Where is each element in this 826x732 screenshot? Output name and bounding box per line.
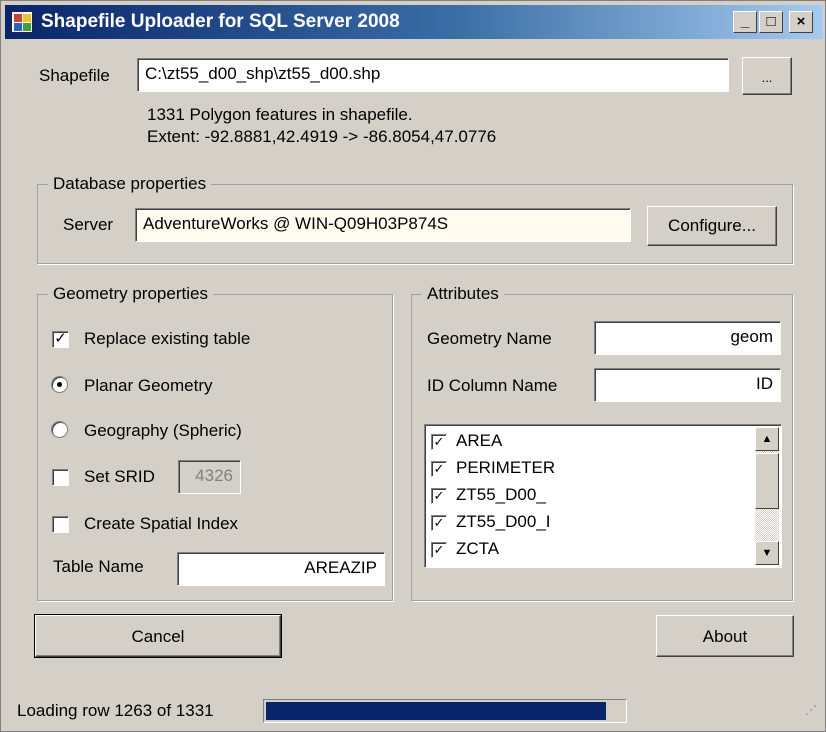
table-name-input[interactable]: AREAZIP	[177, 552, 385, 586]
attribute-column-name: PERIMETER	[456, 458, 556, 477]
minimize-button[interactable]: _	[733, 11, 757, 33]
geography-radio[interactable]	[51, 421, 68, 438]
server-label: Server	[63, 215, 114, 234]
status-text: Loading row 1263 of 1331	[17, 701, 214, 720]
attribute-column-name: ZT55_D00_	[456, 485, 546, 504]
attribute-column-checkbox[interactable]: ✓	[431, 434, 447, 450]
spatial-index-label[interactable]: Create Spatial Index	[84, 514, 238, 534]
attribute-column-name: ZCTA	[456, 539, 500, 558]
scroll-up-button[interactable]: ▲	[755, 427, 779, 451]
table-name-label: Table Name	[53, 557, 144, 576]
configure-button[interactable]: Configure...	[647, 206, 777, 246]
shapefile-info-count: 1331 Polygon features in shapefile.	[147, 105, 413, 124]
attribute-column-name: AREA	[456, 431, 503, 450]
id-column-label: ID Column Name	[427, 376, 558, 395]
replace-table-checkbox[interactable]: ✓	[52, 331, 69, 348]
attribute-column-checkbox[interactable]: ✓	[431, 488, 447, 504]
window-title: Shapefile Uploader for SQL Server 2008	[41, 11, 400, 32]
spatial-index-checkbox[interactable]	[52, 516, 69, 533]
scroll-down-button[interactable]: ▼	[755, 541, 779, 565]
status-bar: Loading row 1263 of 1331 ⋰	[5, 693, 823, 729]
app-window: Shapefile Uploader for SQL Server 2008 _…	[0, 0, 826, 732]
cancel-button[interactable]: Cancel	[34, 614, 282, 658]
attribute-column-name: ZT55_D00_I	[456, 512, 551, 531]
set-srid-label[interactable]: Set SRID	[84, 467, 155, 487]
browse-button[interactable]: ...	[742, 57, 792, 95]
replace-table-label[interactable]: Replace existing table	[84, 329, 250, 349]
database-properties-legend: Database properties	[48, 174, 212, 194]
maximize-button[interactable]: □	[759, 11, 783, 33]
about-button[interactable]: About	[656, 615, 794, 657]
srid-input[interactable]: 4326	[178, 460, 241, 494]
attribute-column-checkbox[interactable]: ✓	[431, 461, 447, 477]
attribute-columns-list[interactable]: ✓ AREA ✓ PERIMETER ✓ ZT55_D00_ ✓ ZT55_D00_I ✓ ZCT…	[424, 424, 782, 568]
shapefile-label: Shapefile	[39, 66, 110, 85]
geometry-name-label: Geometry Name	[427, 329, 552, 348]
planar-geometry-label[interactable]: Planar Geometry	[84, 376, 213, 396]
scroll-thumb[interactable]	[755, 453, 779, 509]
geometry-name-input[interactable]: geom	[594, 321, 781, 355]
app-icon	[11, 11, 33, 33]
shapefile-path-input[interactable]: C:\zt55_d00_shp\zt55_d00.shp	[137, 58, 729, 92]
attribute-column-checkbox[interactable]: ✓	[431, 542, 447, 558]
shapefile-info-extent: Extent: -92.8881,42.4919 -> -86.8054,47.…	[147, 127, 497, 146]
title-bar[interactable]: Shapefile Uploader for SQL Server 2008 _…	[5, 5, 823, 39]
attribute-column-checkbox[interactable]: ✓	[431, 515, 447, 531]
attribute-list-scrollbar[interactable]: ▲ ▼	[755, 427, 779, 565]
progress-fill	[266, 702, 606, 720]
planar-geometry-radio[interactable]	[51, 376, 68, 393]
progress-bar	[263, 699, 627, 723]
set-srid-checkbox[interactable]	[52, 469, 69, 486]
close-button[interactable]: ×	[789, 11, 813, 33]
resize-grip-icon[interactable]: ⋰	[805, 703, 817, 717]
id-column-input[interactable]: ID	[594, 368, 781, 402]
geography-label[interactable]: Geography (Spheric)	[84, 421, 242, 441]
attributes-legend: Attributes	[422, 284, 504, 304]
geometry-properties-legend: Geometry properties	[48, 284, 213, 304]
server-field[interactable]: AdventureWorks @ WIN-Q09H03P874S	[135, 208, 631, 242]
